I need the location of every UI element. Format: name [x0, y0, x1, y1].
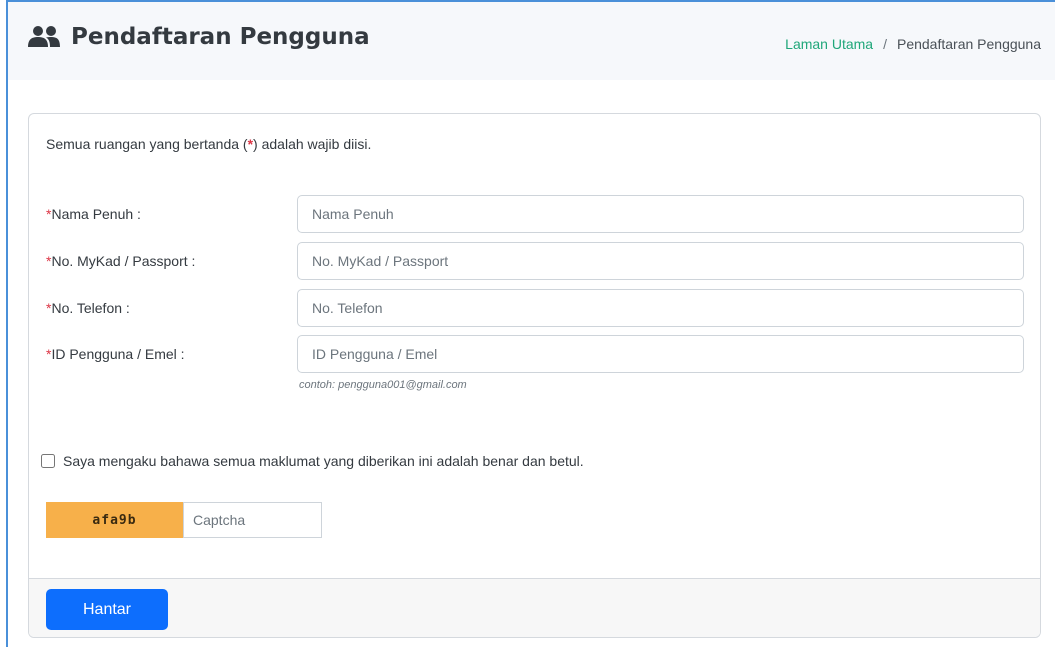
mykad-row: *No. MyKad / Passport :	[29, 242, 1040, 280]
submit-button[interactable]: Hantar	[46, 589, 168, 630]
full-name-row: *Nama Penuh :	[29, 195, 1040, 233]
user-id-email-input[interactable]	[297, 335, 1024, 373]
user-id-row: *ID Pengguna / Emel :	[29, 335, 1040, 373]
user-id-label-text: ID Pengguna / Emel :	[51, 346, 185, 362]
breadcrumb: Laman Utama / Pendaftaran Pengguna	[785, 36, 1041, 52]
full-name-label-text: Nama Penuh :	[51, 206, 141, 222]
captcha-image: afa9b	[46, 502, 183, 538]
full-name-input[interactable]	[297, 195, 1024, 233]
phone-input[interactable]	[297, 289, 1024, 327]
card-footer: Hantar	[29, 578, 1040, 637]
email-example-hint: contoh: pengguna001@gmail.com	[299, 379, 467, 391]
notice-prefix: Semua ruangan yang bertanda (	[46, 136, 248, 152]
page-title: Pendaftaran Pengguna	[27, 24, 370, 50]
phone-row: *No. Telefon :	[29, 289, 1040, 327]
notice-suffix: ) adalah wajib diisi.	[253, 136, 372, 152]
mykad-input[interactable]	[297, 242, 1024, 280]
phone-label: *No. Telefon :	[46, 300, 130, 316]
registration-card: Semua ruangan yang bertanda (*) adalah w…	[28, 113, 1041, 638]
mykad-label: *No. MyKad / Passport :	[46, 253, 195, 269]
breadcrumb-separator: /	[883, 36, 887, 52]
breadcrumb-current: Pendaftaran Pengguna	[896, 36, 1041, 52]
required-notice: Semua ruangan yang bertanda (*) adalah w…	[46, 136, 371, 152]
declaration-checkbox[interactable]	[41, 454, 55, 468]
page-title-text: Pendaftaran Pengguna	[71, 24, 370, 50]
captcha-input[interactable]	[183, 502, 322, 538]
mykad-label-text: No. MyKad / Passport :	[51, 253, 196, 269]
user-id-label: *ID Pengguna / Emel :	[46, 346, 185, 362]
users-icon	[27, 25, 61, 49]
breadcrumb-home-link[interactable]: Laman Utama	[785, 36, 873, 52]
declaration-label[interactable]: Saya mengaku bahawa semua maklumat yang …	[63, 453, 584, 469]
phone-label-text: No. Telefon :	[51, 300, 130, 316]
page-header: Pendaftaran Pengguna Laman Utama / Penda…	[8, 2, 1055, 80]
declaration-row: Saya mengaku bahawa semua maklumat yang …	[41, 453, 584, 469]
full-name-label: *Nama Penuh :	[46, 206, 141, 222]
